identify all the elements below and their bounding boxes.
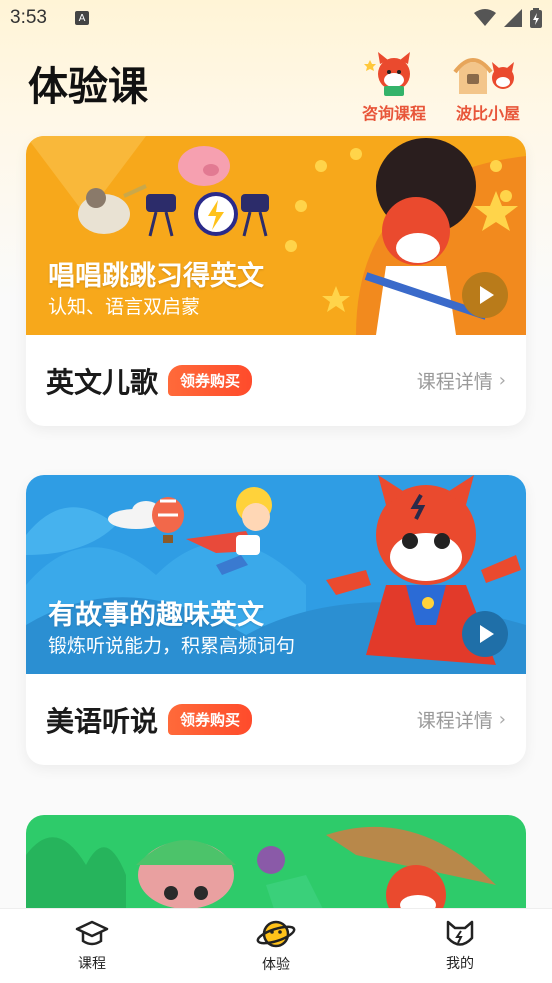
- consult-course-label: 咨询课程: [361, 104, 426, 123]
- bobby-house-button[interactable]: 波比小屋: [448, 50, 528, 124]
- course-name: 美语听说: [46, 704, 159, 738]
- course-banner[interactable]: 有故事的趣味英文 锻炼听说能力，积累高频词句: [26, 475, 526, 674]
- banner-title: 有故事的趣味英文: [48, 600, 264, 631]
- consult-course-button[interactable]: 咨询课程: [354, 50, 434, 124]
- course-detail-link[interactable]: 课程详情 ›: [417, 367, 506, 394]
- course-banner[interactable]: 唱唱跳跳习得英文 认知、语言双启蒙: [26, 136, 526, 335]
- graduation-cap-icon: [75, 920, 109, 946]
- play-button[interactable]: [462, 611, 508, 657]
- course-name: 英文儿歌: [46, 365, 159, 399]
- status-icons: [474, 8, 542, 28]
- course-detail-label: 课程详情: [416, 371, 493, 393]
- coupon-buy-button[interactable]: 领券购买: [168, 365, 253, 396]
- bobby-house-label: 波比小屋: [455, 104, 520, 123]
- page-title: 体验课: [28, 64, 148, 110]
- status-bar: 3:53 A: [0, 0, 552, 36]
- chevron-right-icon: ›: [498, 370, 506, 391]
- tab-trial-label: 体验: [262, 957, 290, 973]
- planet-icon: [256, 920, 296, 948]
- course-card-speaking[interactable]: 有故事的趣味英文 锻炼听说能力，积累高频词句 美语听说 领券购买 课程详情 ›: [26, 475, 526, 765]
- tab-mine-label: 我的: [446, 956, 474, 972]
- play-icon: [480, 286, 494, 304]
- wifi-icon: [474, 9, 496, 26]
- coupon-buy-button[interactable]: 领券购买: [168, 704, 253, 735]
- banner-subtitle: 锻炼听说能力，积累高频词句: [48, 635, 296, 657]
- battery-icon: [530, 8, 542, 28]
- tab-mine[interactable]: 我的: [368, 909, 552, 983]
- status-time: 3:53: [10, 7, 47, 28]
- tab-courses[interactable]: 课程: [0, 909, 184, 983]
- course-detail-link[interactable]: 课程详情 ›: [417, 706, 506, 733]
- course-info-row: 英文儿歌 领券购买 课程详情 ›: [26, 335, 526, 426]
- course-card-partial[interactable]: [26, 815, 526, 915]
- tab-trial[interactable]: 体验: [184, 909, 368, 983]
- banner-subtitle: 认知、语言双启蒙: [48, 296, 201, 318]
- tab-courses-label: 课程: [78, 956, 106, 972]
- course-info-row: 美语听说 领券购买 课程详情 ›: [26, 674, 526, 765]
- banner-illustration: [26, 815, 526, 915]
- notification-icon: A: [74, 11, 89, 25]
- play-button[interactable]: [462, 272, 508, 318]
- signal-icon: [504, 9, 522, 27]
- chevron-right-icon: ›: [498, 709, 506, 730]
- course-card-songs[interactable]: 唱唱跳跳习得英文 认知、语言双启蒙 英文儿歌 领券购买 课程详情 ›: [26, 136, 526, 426]
- header: 体验课 咨询课程 波比小屋: [28, 50, 532, 123]
- course-detail-label: 课程详情: [416, 710, 493, 732]
- fox-mascot-icon: [354, 50, 434, 98]
- house-icon: [448, 50, 528, 98]
- bottom-tab-bar: 课程 体验 我的: [0, 908, 552, 983]
- cat-face-icon: [446, 920, 474, 946]
- play-icon: [480, 625, 494, 643]
- banner-title: 唱唱跳跳习得英文: [48, 261, 264, 292]
